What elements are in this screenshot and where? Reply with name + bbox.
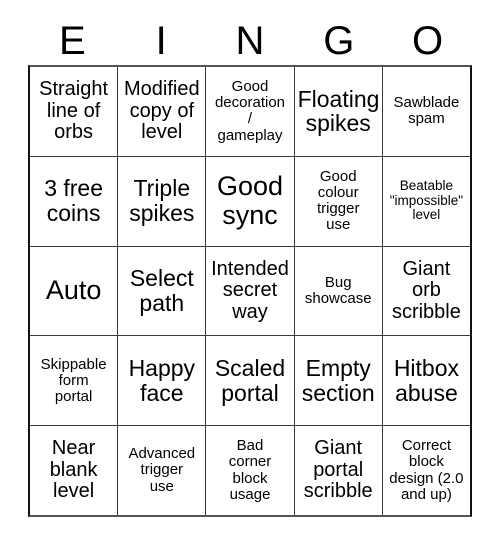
- bingo-cell[interactable]: Giant orb scribble: [383, 247, 470, 336]
- bingo-cell-label: Skippable form portal: [40, 355, 107, 405]
- bingo-cell[interactable]: Triple spikes: [118, 156, 207, 246]
- bingo-cell-label: Giant orb scribble: [391, 257, 461, 323]
- bingo-cell[interactable]: Good colour trigger use: [295, 156, 383, 246]
- bingo-cell-label: 3 free coins: [44, 175, 104, 227]
- bingo-card: E I N G O Straight line of orbs Modified…: [0, 0, 500, 544]
- bingo-cell[interactable]: Intended secret way: [206, 246, 295, 336]
- bingo-cell[interactable]: Auto: [30, 246, 119, 336]
- bingo-header-letters: E I N G O: [28, 18, 472, 64]
- bingo-cell-label: Correct block design (2.0 and up): [389, 437, 464, 503]
- bingo-cell-label: Empty section: [301, 354, 375, 406]
- bingo-cell-label: Good colour trigger use: [316, 167, 360, 234]
- bingo-cell-label: Modified copy of level: [124, 78, 200, 144]
- header-letter-4: G: [323, 19, 355, 63]
- header-letter-2: I: [155, 19, 167, 63]
- bingo-cell-label: Giant portal scribble: [303, 437, 373, 503]
- bingo-cell[interactable]: Empty section: [295, 336, 383, 426]
- bingo-cell-label: Floating spikes: [297, 85, 380, 137]
- bingo-cell[interactable]: Correct block design (2.0 and up): [383, 426, 470, 515]
- bingo-cell-label: Good sync: [216, 171, 284, 231]
- bingo-cell[interactable]: Giant portal scribble: [295, 426, 383, 515]
- bingo-cell-label: Good decoration / gameplay: [214, 78, 286, 144]
- bingo-cell[interactable]: Hitbox abuse: [383, 336, 470, 425]
- bingo-cell[interactable]: Straight line of orbs: [30, 67, 119, 156]
- bingo-cell-label: Near blank level: [49, 437, 98, 503]
- bingo-cell[interactable]: 3 free coins: [30, 156, 119, 246]
- bingo-cell[interactable]: Modified copy of level: [118, 67, 207, 156]
- bingo-row: 3 free coins Triple spikes Good sync Goo…: [30, 156, 470, 247]
- bingo-cell[interactable]: Beatable "impossible" level: [383, 157, 470, 246]
- bingo-cell-label: Bug showcase: [304, 273, 372, 307]
- bingo-cell[interactable]: Scaled portal: [206, 336, 295, 426]
- bingo-cell-label: Select path: [129, 265, 194, 316]
- bingo-row: Skippable form portal Happy face Scaled …: [30, 336, 470, 427]
- bingo-cell-label: Beatable "impossible" level: [389, 178, 464, 223]
- bingo-cell[interactable]: Sawblade spam: [383, 67, 470, 156]
- bingo-cell[interactable]: Floating spikes: [295, 67, 383, 156]
- header-letter-1: E: [59, 19, 86, 63]
- bingo-cell-label: Intended secret way: [211, 257, 289, 323]
- bingo-cell[interactable]: Advanced trigger use: [118, 426, 207, 515]
- bingo-cell[interactable]: Near blank level: [30, 426, 119, 515]
- bingo-cell-label: Hitbox abuse: [393, 354, 460, 406]
- bingo-cell[interactable]: Bug showcase: [295, 246, 383, 336]
- bingo-cell-label: Bad corner block usage: [228, 437, 272, 503]
- bingo-cell-label: Triple spikes: [129, 175, 195, 227]
- bingo-cell[interactable]: Happy face: [118, 336, 207, 426]
- bingo-cell-label: Advanced trigger use: [128, 445, 196, 495]
- header-letter-5: O: [412, 19, 444, 63]
- bingo-row: Near blank level Advanced trigger use Ba…: [30, 426, 470, 515]
- bingo-row: Auto Select path Intended secret way Bug…: [30, 246, 470, 337]
- bingo-cell[interactable]: Good decoration / gameplay: [206, 67, 295, 156]
- bingo-cell-label: Scaled portal: [214, 354, 286, 406]
- bingo-cell-label: Straight line of orbs: [39, 78, 109, 144]
- bingo-cell[interactable]: Select path: [118, 246, 207, 336]
- bingo-row: Straight line of orbs Modified copy of l…: [30, 67, 470, 157]
- bingo-cell[interactable]: Skippable form portal: [30, 336, 119, 426]
- bingo-cell[interactable]: Bad corner block usage: [206, 426, 295, 515]
- bingo-cell-label: Sawblade spam: [393, 94, 460, 128]
- header-letter-3: N: [235, 19, 265, 63]
- bingo-cell-label: Auto: [45, 275, 102, 306]
- bingo-cell-label: Happy face: [128, 354, 196, 406]
- bingo-cell[interactable]: Good sync: [206, 156, 295, 246]
- bingo-grid: Straight line of orbs Modified copy of l…: [28, 65, 472, 517]
